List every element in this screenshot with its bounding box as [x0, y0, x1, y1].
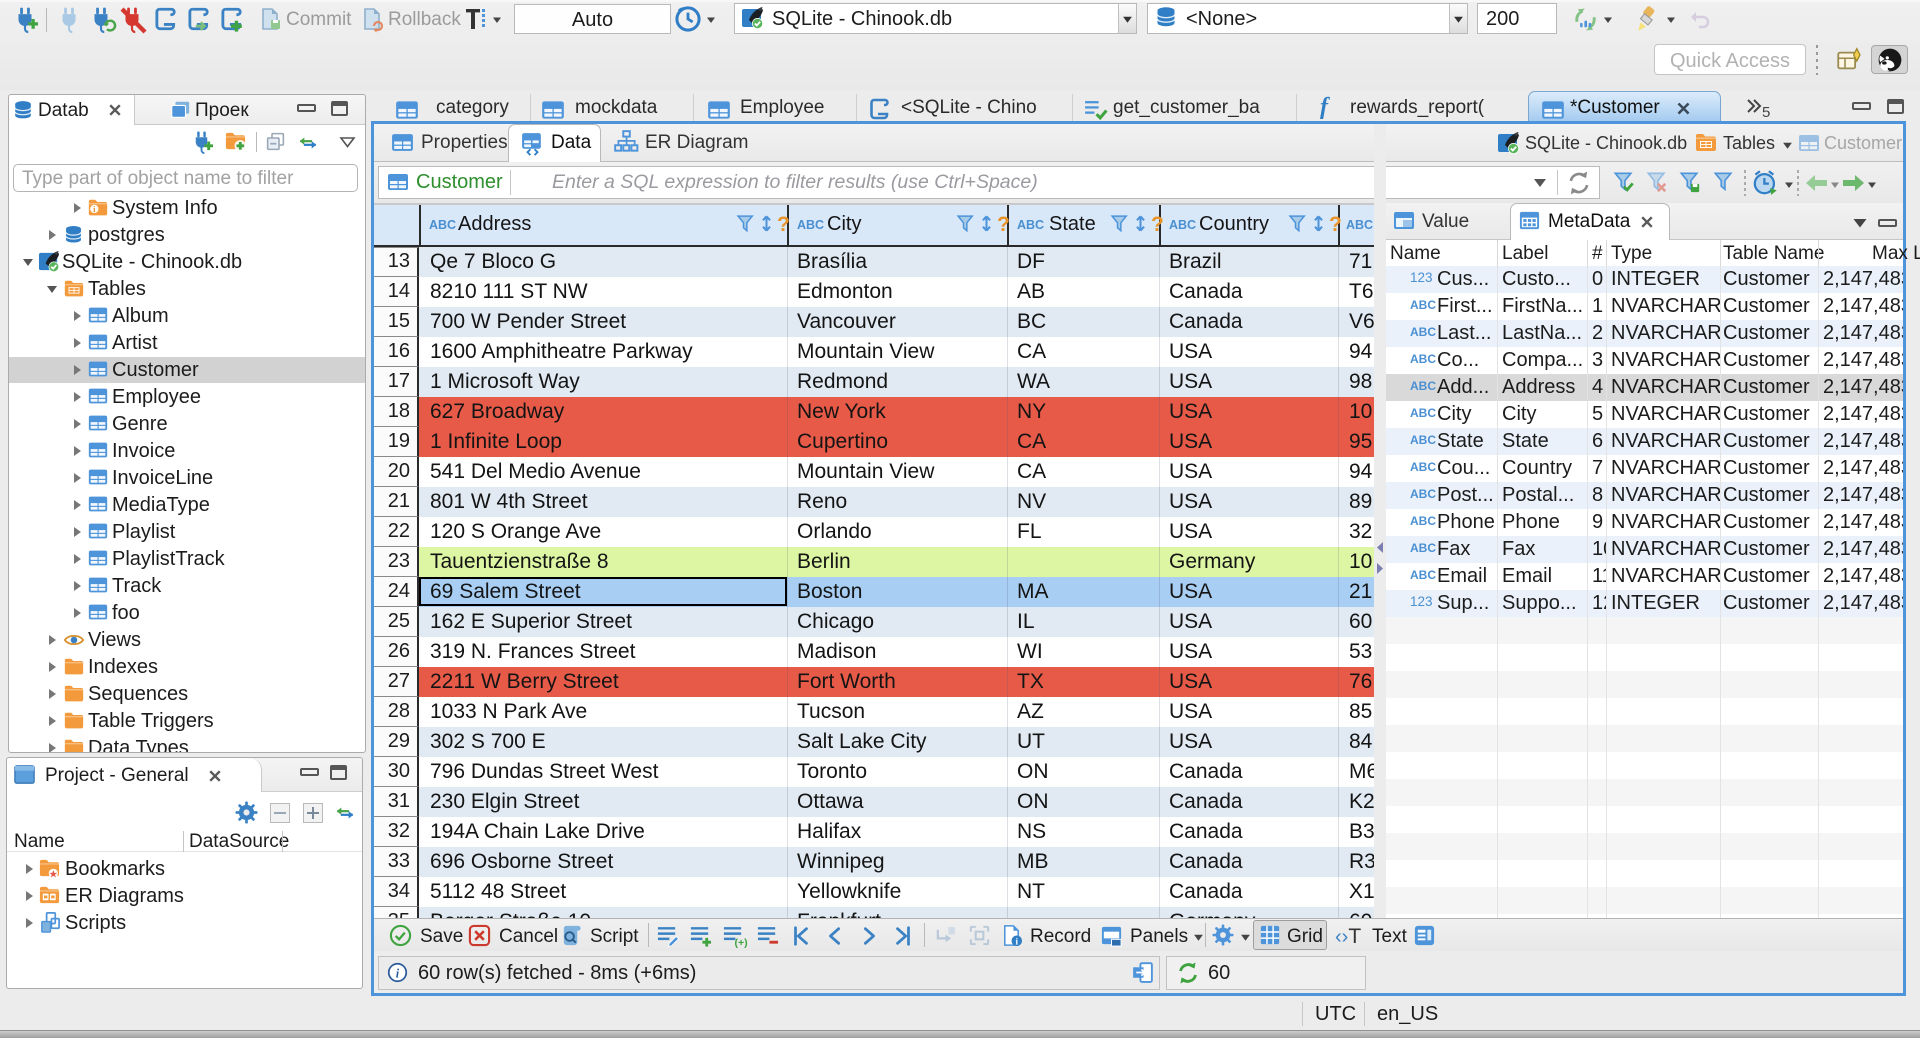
svg-text:★: ★ [49, 869, 59, 881]
svg-text:i: i [396, 966, 400, 980]
svg-text:(+): (+) [734, 937, 747, 949]
